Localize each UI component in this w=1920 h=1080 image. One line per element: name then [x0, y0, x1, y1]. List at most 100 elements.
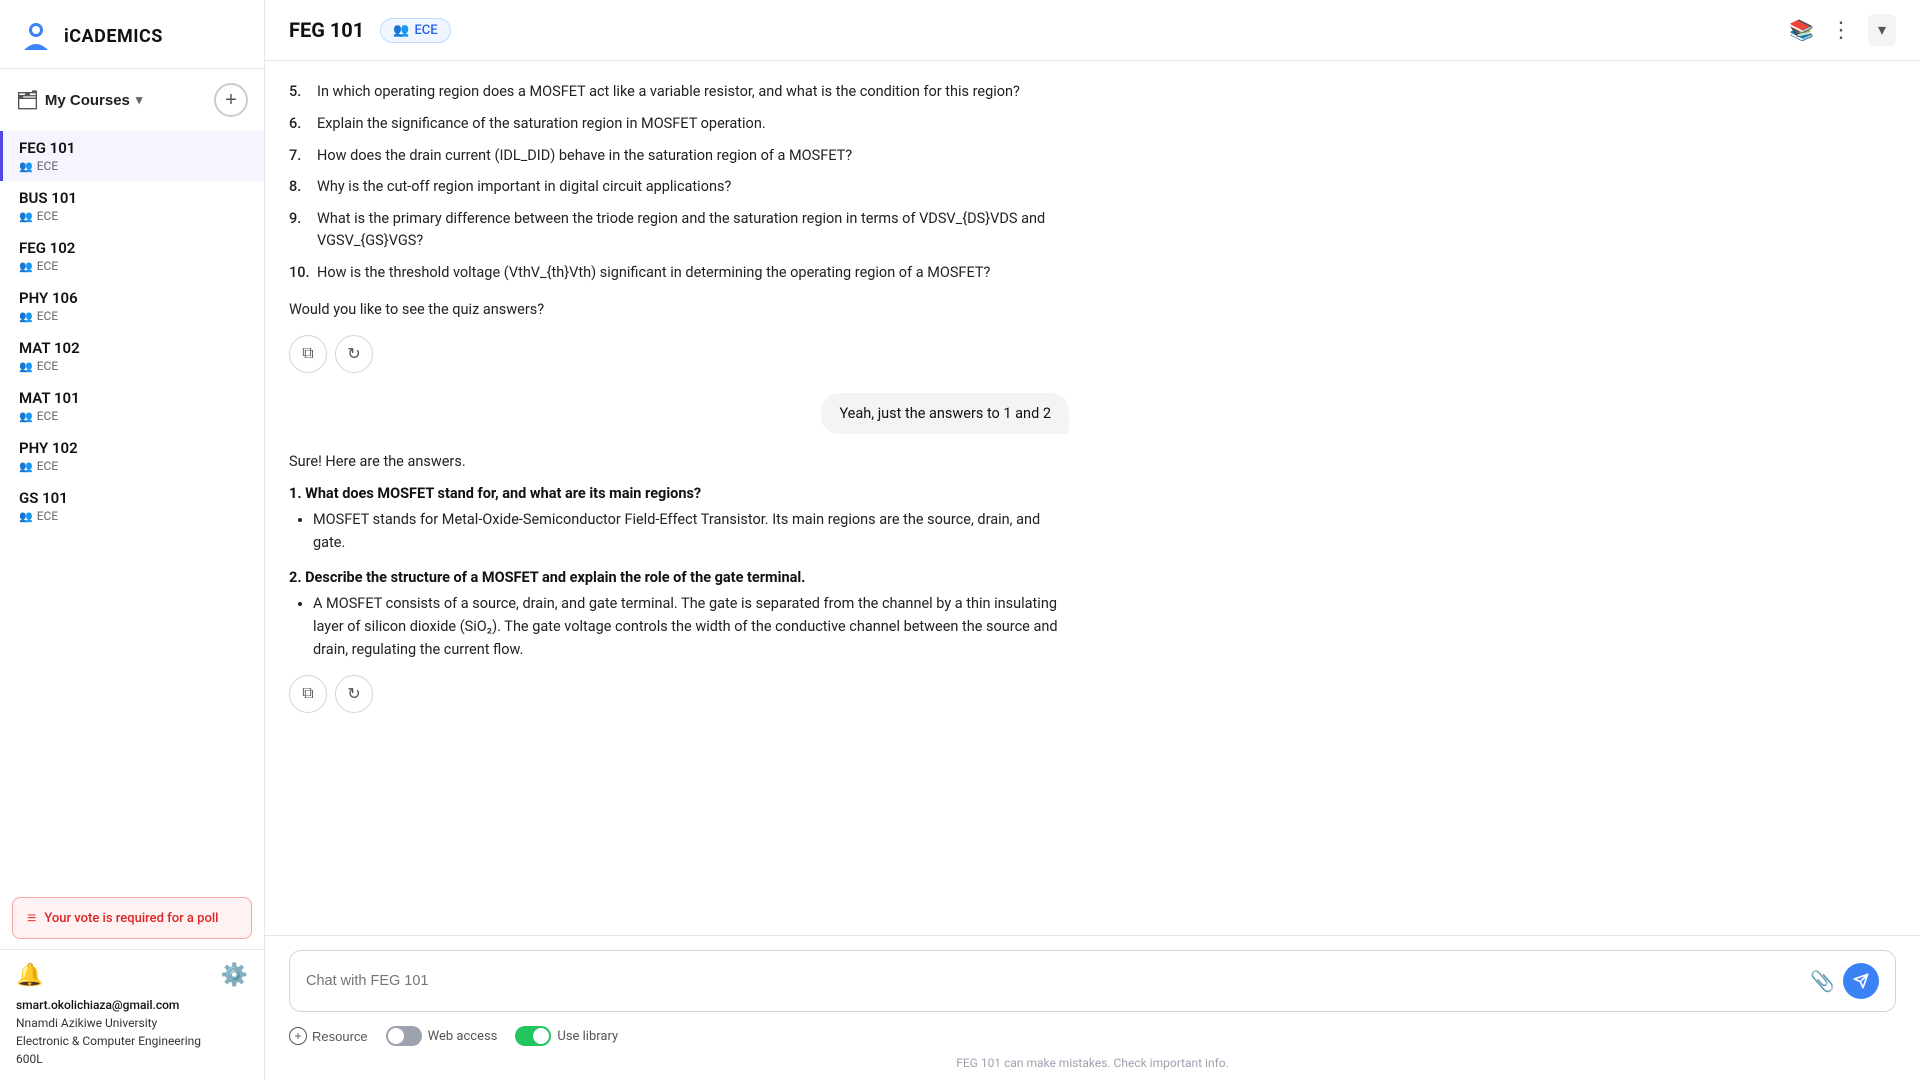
course-name: MAT 101	[19, 389, 248, 407]
course-name: FEG 102	[19, 239, 248, 257]
dept-icon: 👥	[19, 160, 33, 173]
question-number: 6.	[289, 113, 311, 135]
my-courses-button[interactable]: 🗂 My Courses ▾	[16, 90, 142, 111]
folder-icon: 🗂	[16, 90, 39, 111]
ai-intro: Sure! Here are the answers.	[289, 450, 1069, 473]
course-dept: 👥 ECE	[19, 159, 248, 173]
dept-icon: 👥	[19, 460, 33, 473]
chevron-down-icon: ▾	[136, 92, 143, 108]
course-dept: 👥 ECE	[19, 409, 248, 423]
use-library-label: Use library	[557, 1029, 618, 1044]
ece-icon: 👥	[393, 23, 409, 38]
page-title: FEG 101	[289, 18, 364, 42]
user-level: 600L	[16, 1050, 248, 1068]
course-dept: 👥 ECE	[19, 459, 248, 473]
web-access-toggle-group: Web access	[386, 1026, 498, 1046]
dept-icon: 👥	[19, 510, 33, 523]
question-text: How does the drain current (IDL_DID) beh…	[317, 145, 852, 167]
question-text: Why is the cut-off region important in d…	[317, 176, 731, 198]
course-name: FEG 101	[19, 139, 248, 157]
answer-1-title: 1. What does MOSFET stand for, and what …	[289, 485, 1069, 502]
course-name: MAT 102	[19, 339, 248, 357]
user-icons-row: 🔔 ⚙️	[16, 962, 248, 988]
chat-input-box: 📎	[289, 950, 1896, 1012]
sidebar-item-feg-102[interactable]: FEG 102 👥 ECE	[0, 231, 264, 281]
user-message: Yeah, just the answers to 1 and 2	[289, 393, 1069, 434]
user-info: smart.okolichiaza@gmail.com Nnamdi Aziki…	[16, 996, 248, 1068]
course-list: FEG 101 👥 ECE BUS 101 👥 ECE FEG 102 👥 EC…	[0, 127, 264, 887]
sidebar-item-feg-101[interactable]: FEG 101 👥 ECE	[0, 131, 264, 181]
sidebar-item-bus-101[interactable]: BUS 101 👥 ECE	[0, 181, 264, 231]
topbar: FEG 101 👥 ECE 📚 ⋮ ▾	[265, 0, 1920, 61]
chat-input-area: 📎 + Resource Web access	[265, 935, 1920, 1080]
question-text: In which operating region does a MOSFET …	[317, 81, 1020, 103]
copy-button-2[interactable]: ⧉	[289, 675, 327, 713]
question-list: 5.In which operating region does a MOSFE…	[289, 81, 1069, 283]
answer-2-bullets: A MOSFET consists of a source, drain, an…	[289, 592, 1069, 662]
attach-button[interactable]: 📎	[1810, 969, 1835, 994]
poll-banner[interactable]: ≡ Your vote is required for a poll	[12, 897, 252, 939]
question-item: 5.In which operating region does a MOSFE…	[289, 81, 1069, 103]
sidebar-item-gs-101[interactable]: GS 101 👥 ECE	[0, 481, 264, 531]
settings-button[interactable]: ⚙️	[221, 962, 248, 988]
web-access-toggle[interactable]	[386, 1026, 422, 1046]
answer-2-bullet-1: A MOSFET consists of a source, drain, an…	[313, 592, 1069, 662]
question-item: 9.What is the primary difference between…	[289, 208, 1069, 252]
user-email: smart.okolichiaza@gmail.com	[16, 996, 248, 1014]
course-name: PHY 102	[19, 439, 248, 457]
question-text: Explain the significance of the saturati…	[317, 113, 766, 135]
disclaimer: FEG 101 can make mistakes. Check importa…	[289, 1050, 1896, 1070]
library-button[interactable]: 📚	[1789, 18, 1814, 43]
refresh-button-1[interactable]: ↻	[335, 335, 373, 373]
question-number: 7.	[289, 145, 311, 167]
chat-area: 5.In which operating region does a MOSFE…	[265, 61, 1920, 935]
ai-response: Sure! Here are the answers. 1. What does…	[289, 450, 1069, 713]
my-courses-label: My Courses	[45, 92, 130, 109]
sidebar-item-mat-101[interactable]: MAT 101 👥 ECE	[0, 381, 264, 431]
course-name: PHY 106	[19, 289, 248, 307]
add-course-button[interactable]: +	[214, 83, 248, 117]
answer-1: 1. What does MOSFET stand for, and what …	[289, 485, 1069, 554]
action-buttons-1: ⧉ ↻	[289, 335, 1069, 373]
course-name: GS 101	[19, 489, 248, 507]
question-text: What is the primary difference between t…	[317, 208, 1069, 252]
question-number: 10.	[289, 262, 311, 284]
resource-button[interactable]: + Resource	[289, 1027, 368, 1045]
question-item: 7. How does the drain current (IDL_DID) b…	[289, 145, 1069, 167]
use-library-toggle[interactable]	[515, 1026, 551, 1046]
send-button[interactable]	[1843, 963, 1879, 999]
user-department: Electronic & Computer Engineering	[16, 1032, 248, 1050]
dept-icon: 👥	[19, 210, 33, 223]
dept-icon: 👥	[19, 410, 33, 423]
poll-icon: ≡	[27, 908, 36, 928]
user-section: 🔔 ⚙️ smart.okolichiaza@gmail.com Nnamdi …	[0, 949, 264, 1080]
question-number: 9.	[289, 208, 311, 252]
notifications-button[interactable]: 🔔	[16, 962, 43, 988]
course-dept: 👥 ECE	[19, 209, 248, 223]
refresh-button-2[interactable]: ↻	[335, 675, 373, 713]
course-dept: 👥 ECE	[19, 259, 248, 273]
web-access-knob	[388, 1028, 404, 1044]
chat-input[interactable]	[306, 973, 1802, 989]
question-item: 8. Why is the cut-off region important in…	[289, 176, 1069, 198]
answer-1-bullets: MOSFET stands for Metal-Oxide-Semiconduc…	[289, 508, 1069, 554]
answer-2: 2. Describe the structure of a MOSFET an…	[289, 569, 1069, 662]
main-content: FEG 101 👥 ECE 📚 ⋮ ▾ 5.In which operating…	[265, 0, 1920, 1080]
poll-text: Your vote is required for a poll	[44, 911, 218, 926]
sidebar-item-phy-106[interactable]: PHY 106 👥 ECE	[0, 281, 264, 331]
action-buttons-2: ⧉ ↻	[289, 675, 1069, 713]
answer-1-bullet-1: MOSFET stands for Metal-Oxide-Semiconduc…	[313, 508, 1069, 554]
sidebar-item-mat-102[interactable]: MAT 102 👥 ECE	[0, 331, 264, 381]
dropdown-button[interactable]: ▾	[1868, 14, 1896, 46]
question-item: 6. Explain the significance of the satura…	[289, 113, 1069, 135]
copy-button-1[interactable]: ⧉	[289, 335, 327, 373]
sidebar-item-phy-102[interactable]: PHY 102 👥 ECE	[0, 431, 264, 481]
more-options-button[interactable]: ⋮	[1830, 17, 1852, 43]
question-number: 8.	[289, 176, 311, 198]
sidebar-header: iCADEMICS	[0, 0, 264, 69]
resource-label: Resource	[312, 1029, 368, 1044]
send-icon	[1853, 973, 1869, 989]
question-text: How is the threshold voltage (VthV_{th}V…	[317, 262, 990, 284]
topbar-left: FEG 101 👥 ECE	[289, 18, 451, 43]
logo-area: iCADEMICS	[16, 16, 163, 56]
